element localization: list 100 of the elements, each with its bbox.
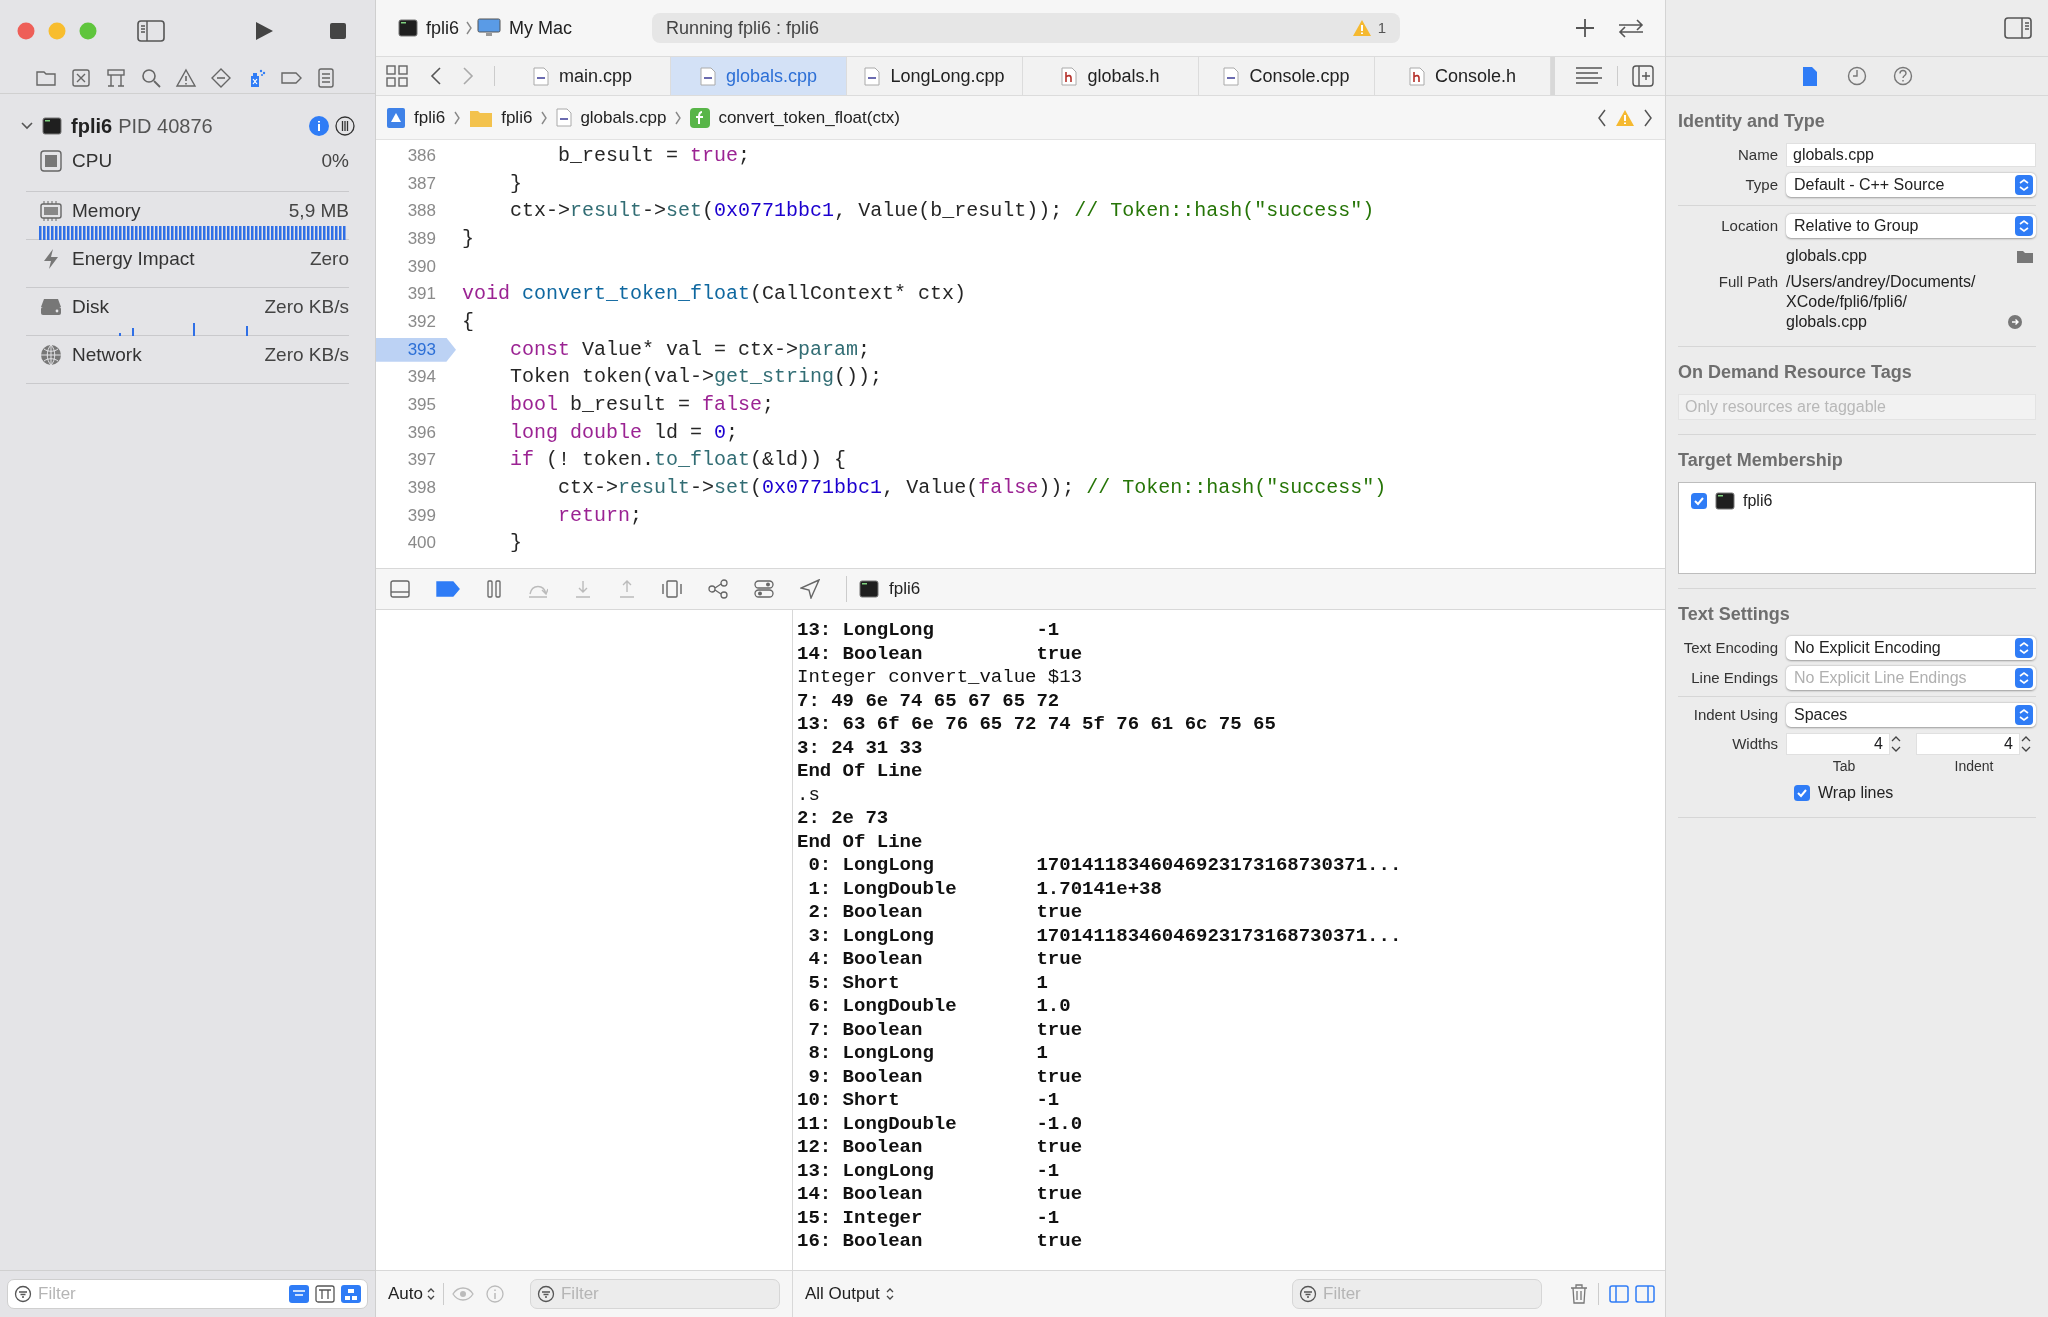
field-caption: Tab — [1831, 756, 1857, 776]
sidebar-toggle-icon[interactable] — [137, 20, 165, 42]
scheme-name[interactable]: fpli6 — [426, 14, 460, 42]
gauge-label[interactable]: Disk — [72, 292, 109, 322]
number-field[interactable]: 4 — [1916, 733, 2020, 756]
diamond-icon[interactable] — [210, 66, 232, 89]
console-line: 16: Boolean true — [797, 1230, 1084, 1254]
right-pane-icon[interactable] — [1635, 1285, 1655, 1303]
terminal-icon — [398, 19, 418, 37]
breadcrumb-item[interactable]: globals.cpp — [580, 104, 667, 131]
gauge-label[interactable]: Memory — [72, 196, 141, 226]
hierarchy-filter-icon[interactable] — [341, 1285, 361, 1303]
console-line: 13: 63 6f 6e 76 65 72 74 5f 76 61 6c 75 65 — [797, 713, 1277, 737]
console-line: 13: LongLong -1 — [797, 619, 1061, 643]
code-line: long double ld = 0; — [509, 419, 739, 446]
editor-tab[interactable]: main.cpp — [495, 57, 671, 95]
console-line: 3: LongLong 17014118346046923173168730371... — [807, 924, 1403, 948]
stepper-icon — [2015, 638, 2033, 658]
left-pane-icon[interactable] — [1609, 1285, 1629, 1303]
gauge-value: Zero KB/s — [264, 294, 349, 319]
gauge-label[interactable]: CPU — [72, 146, 113, 176]
location-arrow-icon[interactable] — [800, 579, 820, 599]
filter-field[interactable]: Filter — [7, 1279, 368, 1309]
add-editor-icon[interactable] — [1632, 65, 1654, 87]
close-button[interactable] — [17, 22, 35, 40]
grid-icon[interactable] — [386, 65, 408, 87]
warning-count[interactable]: 1 — [1377, 16, 1387, 40]
breadcrumb-item[interactable]: fpli6 — [501, 104, 533, 131]
recent-filter-icon[interactable] — [289, 1285, 309, 1303]
info-icon[interactable] — [309, 116, 329, 136]
trash-icon[interactable] — [1570, 1284, 1588, 1304]
console-line: 10: Short -1 — [797, 1089, 1061, 1113]
output-scope-popup[interactable]: All Output — [805, 1281, 894, 1307]
environment-overrides-icon[interactable] — [754, 579, 774, 599]
scm-filter-icon[interactable] — [315, 1285, 335, 1303]
console-line: 4: Boolean true — [807, 948, 1084, 972]
editor-tab[interactable]: Console.cpp — [1199, 57, 1375, 95]
file-name: globals.cpp — [1786, 246, 1868, 266]
play-icon[interactable] — [253, 20, 275, 42]
breakpoint-toggle-icon[interactable] — [436, 581, 460, 597]
pause-icon[interactable] — [486, 580, 502, 598]
console-line: 14: Boolean true — [797, 642, 1084, 666]
search-icon[interactable] — [140, 66, 162, 89]
number-field[interactable]: 4 — [1786, 733, 1890, 756]
checkbox[interactable] — [1794, 784, 1810, 801]
terminal-icon — [1715, 492, 1735, 510]
field-label: Type — [1744, 174, 1778, 195]
destination-name[interactable]: My Mac — [509, 14, 573, 42]
hide-debug-area-icon[interactable] — [390, 580, 410, 598]
add-icon[interactable] — [1575, 18, 1595, 38]
help-icon[interactable] — [1893, 65, 1913, 87]
target-name: fpli6 — [1743, 491, 1773, 511]
next-issue-icon[interactable] — [1643, 108, 1653, 127]
gauge-label[interactable]: Network — [72, 340, 142, 370]
clock-icon[interactable] — [1847, 65, 1867, 87]
console-line: End Of Line — [797, 760, 924, 784]
popup-button[interactable]: Default - C++ Source — [1786, 173, 2036, 197]
memory-graph-icon[interactable] — [708, 579, 728, 599]
breadcrumb-item[interactable]: fpli6 — [414, 104, 446, 131]
back-icon[interactable] — [430, 67, 442, 85]
name-field[interactable]: globals.cpp — [1786, 143, 2036, 167]
code-line: bool b_result = false; — [509, 392, 775, 419]
editor-tab[interactable]: globals.h — [1023, 57, 1199, 95]
list-icon[interactable] — [315, 66, 337, 89]
editor-tab[interactable]: globals.cpp — [671, 57, 847, 95]
console-line: 0: LongLong 17014118346046923173168730371... — [807, 854, 1403, 878]
editor-tab[interactable]: Console.h — [1375, 57, 1551, 95]
stop-icon[interactable] — [329, 22, 347, 40]
popup-button[interactable]: No Explicit Encoding — [1786, 636, 2036, 660]
popup-button[interactable]: Relative to Group — [1786, 214, 2036, 238]
lines-icon[interactable] — [1575, 66, 1603, 86]
checkbox[interactable] — [1691, 493, 1707, 509]
line-number: 392 — [406, 310, 437, 333]
code-line: } — [509, 530, 522, 557]
x-square-icon[interactable] — [70, 66, 92, 89]
previous-issue-icon[interactable] — [1597, 108, 1607, 127]
gauge-label[interactable]: Energy Impact — [72, 244, 195, 274]
warning-icon[interactable] — [175, 66, 197, 89]
hierarchy-icon[interactable] — [105, 66, 127, 89]
line-number: 396 — [406, 421, 437, 444]
breadcrumb-item[interactable]: convert_token_float(ctx) — [718, 104, 900, 131]
folder-icon[interactable] — [2016, 248, 2034, 264]
line-number: 391 — [406, 283, 437, 306]
gauge-value: Zero KB/s — [264, 342, 349, 367]
inspector-toggle-icon[interactable] — [2004, 17, 2032, 39]
pause-circle-icon[interactable] — [335, 116, 355, 136]
scope-popup[interactable]: Auto — [388, 1281, 435, 1307]
code-line: return; — [557, 502, 643, 529]
reveal-arrow-icon[interactable] — [2008, 315, 2022, 329]
checkbox-label[interactable]: Wrap lines — [1818, 780, 1894, 805]
view-hierarchy-icon[interactable] — [662, 580, 682, 598]
cpp-file-icon — [1223, 66, 1240, 86]
forward-icon[interactable] — [462, 67, 474, 85]
chevron-icon — [453, 109, 462, 126]
process-name[interactable]: fpli6 — [889, 576, 921, 602]
swap-arrows-icon[interactable] — [1617, 17, 1645, 39]
field-label: Text Encoding — [1682, 637, 1778, 658]
editor-tab[interactable]: LongLong.cpp — [847, 57, 1023, 95]
filter-input[interactable]: Filter — [38, 1281, 283, 1307]
popup-button[interactable]: Spaces — [1786, 703, 2036, 727]
